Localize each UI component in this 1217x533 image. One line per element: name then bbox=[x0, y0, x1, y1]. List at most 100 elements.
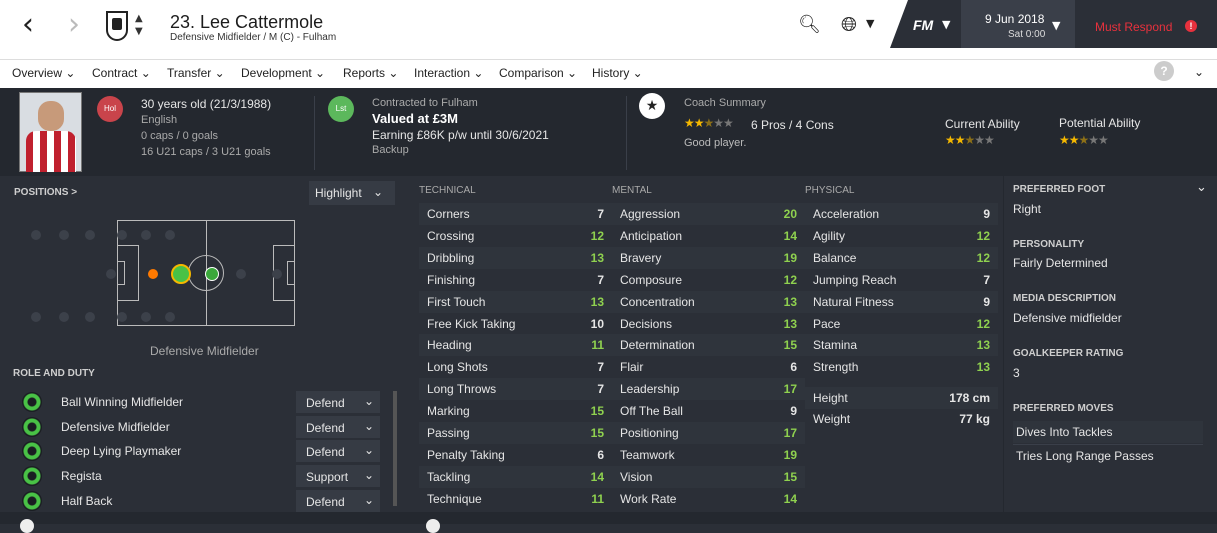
attribute-name: Free Kick Taking bbox=[427, 316, 516, 331]
duty-label: Defend bbox=[306, 494, 345, 509]
attribute-row: Technique 11 bbox=[419, 488, 612, 510]
attribute-row: Concentration 13 bbox=[612, 290, 805, 313]
role-row[interactable]: Regista Support ⌄ bbox=[14, 465, 394, 489]
attribute-name: Corners bbox=[427, 207, 470, 221]
attribute-row: Pace 12 bbox=[805, 313, 998, 335]
attribute-value: 19 bbox=[783, 250, 797, 265]
attribute-name: Vision bbox=[620, 469, 653, 484]
chevron-down-icon[interactable]: ⌄ bbox=[1194, 65, 1204, 79]
menu-comparison[interactable]: Comparison ⌄ bbox=[499, 66, 577, 80]
attribute-name: Aggression bbox=[620, 207, 681, 221]
physical-title: PHYSICAL bbox=[805, 185, 855, 196]
fm-logo[interactable]: FM bbox=[913, 17, 933, 33]
chevron-down-icon[interactable]: ▼ bbox=[866, 17, 874, 30]
chevron-down-icon[interactable]: ▼ bbox=[942, 18, 950, 31]
role-row[interactable]: Defensive Midfielder Defend ⌄ bbox=[14, 415, 394, 440]
duty-select[interactable]: Defend ⌄ bbox=[296, 440, 380, 463]
player-photo bbox=[19, 92, 82, 172]
role-icon bbox=[22, 466, 42, 487]
menu-transfer[interactable]: Transfer ⌄ bbox=[167, 66, 225, 80]
attribute-value: 15 bbox=[783, 469, 797, 484]
chevron-down-icon: ⌄ bbox=[364, 468, 375, 483]
duty-select[interactable]: Defend ⌄ bbox=[296, 415, 380, 438]
back-arrow-icon[interactable]: ‹ bbox=[22, 10, 34, 40]
attribute-value: 12 bbox=[976, 316, 990, 331]
attribute-name: Flair bbox=[620, 360, 644, 375]
personality-label: PERSONALITY bbox=[1013, 239, 1085, 250]
contract-club: Contracted to Fulham bbox=[372, 97, 478, 109]
attribute-value: 13 bbox=[590, 250, 604, 265]
attribute-row: Corners 7 bbox=[419, 203, 612, 225]
position-dot-secondary bbox=[148, 269, 158, 279]
attribute-row: Decisions 13 bbox=[612, 313, 805, 335]
attribute-value: 9 bbox=[983, 207, 990, 221]
attribute-row: Finishing 7 bbox=[419, 269, 612, 291]
preferred-foot: Right bbox=[1013, 202, 1042, 216]
chevron-down-icon[interactable]: ▼ bbox=[1052, 19, 1060, 32]
attribute-name: Tackling bbox=[427, 469, 471, 484]
attribute-row: Long Throws 7 bbox=[419, 378, 612, 401]
attribute-value: 13 bbox=[783, 316, 797, 331]
duty-select[interactable]: Defend ⌄ bbox=[296, 489, 380, 512]
duty-select[interactable]: Support ⌄ bbox=[296, 465, 380, 488]
menu-history[interactable]: History ⌄ bbox=[592, 66, 643, 80]
attribute-name: Crossing bbox=[427, 228, 475, 243]
role-row[interactable]: Half Back Defend ⌄ bbox=[14, 489, 394, 514]
menu-overview[interactable]: Overview ⌄ bbox=[12, 66, 75, 80]
highlight-select[interactable]: Highlight ⌄ bbox=[309, 181, 395, 205]
positions-title[interactable]: POSITIONS > bbox=[14, 187, 77, 198]
club-crest-icon bbox=[106, 11, 128, 41]
attribute-value: 15 bbox=[590, 404, 604, 419]
attribute-value: 11 bbox=[591, 491, 604, 506]
chevron-down-icon[interactable]: ⌄ bbox=[1196, 180, 1207, 195]
goalkeeper-rating: 3 bbox=[1013, 366, 1020, 380]
menu-development[interactable]: Development ⌄ bbox=[241, 66, 325, 80]
chevron-down-icon: ⌄ bbox=[364, 443, 375, 458]
role-row[interactable]: Deep Lying Playmaker Defend ⌄ bbox=[14, 440, 394, 464]
attribute-row: Dribbling 13 bbox=[419, 246, 612, 269]
attribute-row: Natural Fitness 9 bbox=[805, 290, 998, 313]
game-date: 9 Jun 2018 bbox=[985, 12, 1045, 26]
chevron-down-icon: ⌄ bbox=[364, 492, 375, 507]
attribute-value: 7 bbox=[597, 382, 604, 397]
attribute-value: 20 bbox=[783, 207, 797, 221]
attribute-name: Leadership bbox=[620, 382, 680, 397]
technical-title: TECHNICAL bbox=[419, 185, 476, 196]
menu-interaction[interactable]: Interaction ⌄ bbox=[414, 66, 483, 80]
attribute-value: 13 bbox=[590, 294, 604, 309]
menu-contract[interactable]: Contract ⌄ bbox=[92, 66, 151, 80]
attribute-row: Flair 6 bbox=[612, 356, 805, 378]
attribute-row: Vision 15 bbox=[612, 465, 805, 488]
role-icon bbox=[22, 416, 42, 437]
attribute-value: 15 bbox=[590, 426, 604, 440]
player-switch-icon[interactable]: ▲ ▼ bbox=[135, 12, 143, 38]
preferred-foot-label: PREFERRED FOOT bbox=[1013, 184, 1106, 195]
attribute-value: 7 bbox=[597, 360, 604, 375]
attribute-name: Bravery bbox=[620, 250, 662, 265]
duty-label: Defend bbox=[306, 396, 345, 410]
media-description: Defensive midfielder bbox=[1013, 311, 1122, 325]
menu-reports[interactable]: Reports ⌄ bbox=[343, 66, 398, 80]
attribute-row: Marking 15 bbox=[419, 400, 612, 422]
scrollbar[interactable] bbox=[393, 391, 397, 506]
attribute-row: Teamwork 19 bbox=[612, 444, 805, 466]
position-dot-main bbox=[171, 264, 191, 284]
attribute-value: 12 bbox=[976, 250, 990, 265]
attribute-value: 6 bbox=[790, 360, 797, 375]
attribute-name: Acceleration bbox=[813, 207, 880, 221]
role-icon bbox=[22, 490, 42, 511]
role-row[interactable]: Ball Winning Midfielder Defend ⌄ bbox=[14, 391, 394, 415]
forward-arrow-icon[interactable]: › bbox=[68, 10, 80, 40]
help-icon[interactable]: ? bbox=[1154, 61, 1174, 81]
attribute-value: 19 bbox=[783, 447, 797, 462]
globe-icon[interactable]: 🌐︎ bbox=[841, 12, 857, 36]
attribute-row: Leadership 17 bbox=[612, 378, 805, 401]
must-respond-label[interactable]: Must Respond bbox=[1095, 20, 1172, 34]
height-row: Height 178 cm bbox=[805, 387, 998, 409]
search-icon[interactable]: 🔍︎ bbox=[798, 14, 821, 35]
player-nationality: English bbox=[141, 114, 178, 126]
duty-select[interactable]: Defend ⌄ bbox=[296, 391, 380, 413]
media-description-label: MEDIA DESCRIPTION bbox=[1013, 293, 1116, 304]
attribute-value: 17 bbox=[783, 426, 797, 440]
potential-ability-label: Potential Ability bbox=[1059, 116, 1141, 130]
